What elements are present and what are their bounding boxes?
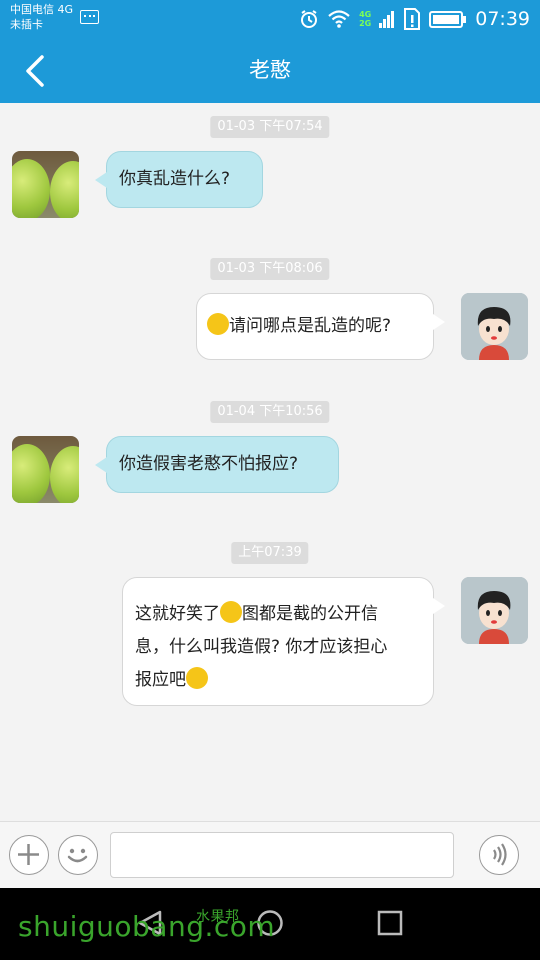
status-bar: 中国电信 4G 未插卡 4G 2G 07:39 bbox=[0, 0, 540, 38]
message-line: 图都是截的公开信 bbox=[242, 604, 378, 624]
add-button[interactable] bbox=[9, 835, 49, 875]
chat-area[interactable]: 01-03 下午07:54 你真乱造什么? 01-03 下午08:06 请问哪点… bbox=[0, 103, 540, 821]
network-4g-label: 4G bbox=[359, 10, 372, 19]
message-text: 报应吧 bbox=[135, 664, 423, 697]
message-timestamp: 01-03 下午07:54 bbox=[210, 116, 330, 138]
network-type: 4G 2G bbox=[359, 10, 371, 28]
thinking-emoji-icon bbox=[207, 313, 229, 335]
my-avatar[interactable] bbox=[461, 293, 528, 360]
message-text: 你造假害老憨不怕报应? bbox=[119, 454, 299, 474]
navigation-bar: shuiguobang.com 水果邦 bbox=[0, 888, 540, 960]
wifi-icon bbox=[328, 10, 350, 28]
carrier-info: 中国电信 4G 未插卡 bbox=[10, 2, 73, 32]
no-sim-icon bbox=[404, 8, 421, 30]
laughing-emoji-icon bbox=[220, 601, 242, 623]
clock: 07:39 bbox=[475, 8, 530, 30]
message-text: 请问哪点是乱造的呢? bbox=[229, 316, 392, 336]
message-text: 这就好笑了 图都是截的公开信 bbox=[135, 598, 423, 631]
message-bubble[interactable]: 你造假害老憨不怕报应? bbox=[95, 436, 339, 493]
watermark-logo: shuiguobang.com 水果邦 bbox=[18, 909, 275, 943]
alarm-icon bbox=[301, 10, 318, 28]
my-avatar[interactable] bbox=[461, 577, 528, 644]
message-input[interactable] bbox=[110, 832, 454, 878]
smiley-icon bbox=[67, 848, 88, 863]
page-title: 老憨 bbox=[249, 58, 291, 82]
message-timestamp: 01-03 下午08:06 bbox=[210, 258, 330, 280]
keyboard-icon bbox=[80, 10, 99, 24]
emoji-button[interactable] bbox=[58, 835, 98, 875]
title-bar: 老憨 bbox=[0, 38, 540, 103]
carrier-name: 中国电信 4G bbox=[10, 3, 74, 16]
message-timestamp: 01-04 下午10:56 bbox=[210, 401, 330, 423]
boy-avatar-icon bbox=[461, 293, 528, 360]
plus-icon bbox=[18, 844, 39, 865]
sneer-emoji-icon bbox=[186, 667, 208, 689]
message-text: 你真乱造什么? bbox=[119, 169, 231, 189]
nav-recents-icon[interactable] bbox=[376, 909, 404, 937]
watermark-cn: 水果邦 bbox=[196, 909, 240, 925]
sound-wave-icon bbox=[493, 843, 507, 866]
status-icons: 4G 2G 07:39 bbox=[299, 6, 530, 32]
voice-button[interactable] bbox=[479, 835, 519, 875]
signal-icon bbox=[379, 11, 395, 28]
message-line: 报应吧 bbox=[135, 670, 186, 690]
boy-avatar-icon bbox=[461, 577, 528, 644]
message-bubble[interactable]: 这就好笑了 图都是截的公开信 息，什么叫我造假? 你才应该担心 报应吧 bbox=[122, 577, 445, 706]
sim-status: 未插卡 bbox=[10, 18, 43, 31]
battery-icon bbox=[429, 10, 467, 28]
contact-avatar[interactable] bbox=[12, 151, 79, 218]
message-bubble[interactable]: 请问哪点是乱造的呢? bbox=[196, 293, 445, 360]
network-2g-label: 2G bbox=[359, 19, 372, 28]
input-bar bbox=[0, 821, 540, 889]
message-line: 这就好笑了 bbox=[135, 604, 220, 624]
message-bubble[interactable]: 你真乱造什么? bbox=[95, 151, 263, 208]
message-timestamp: 上午07:39 bbox=[231, 542, 309, 564]
message-line: 息，什么叫我造假? 你才应该担心 bbox=[135, 637, 388, 657]
contact-avatar[interactable] bbox=[12, 436, 79, 503]
